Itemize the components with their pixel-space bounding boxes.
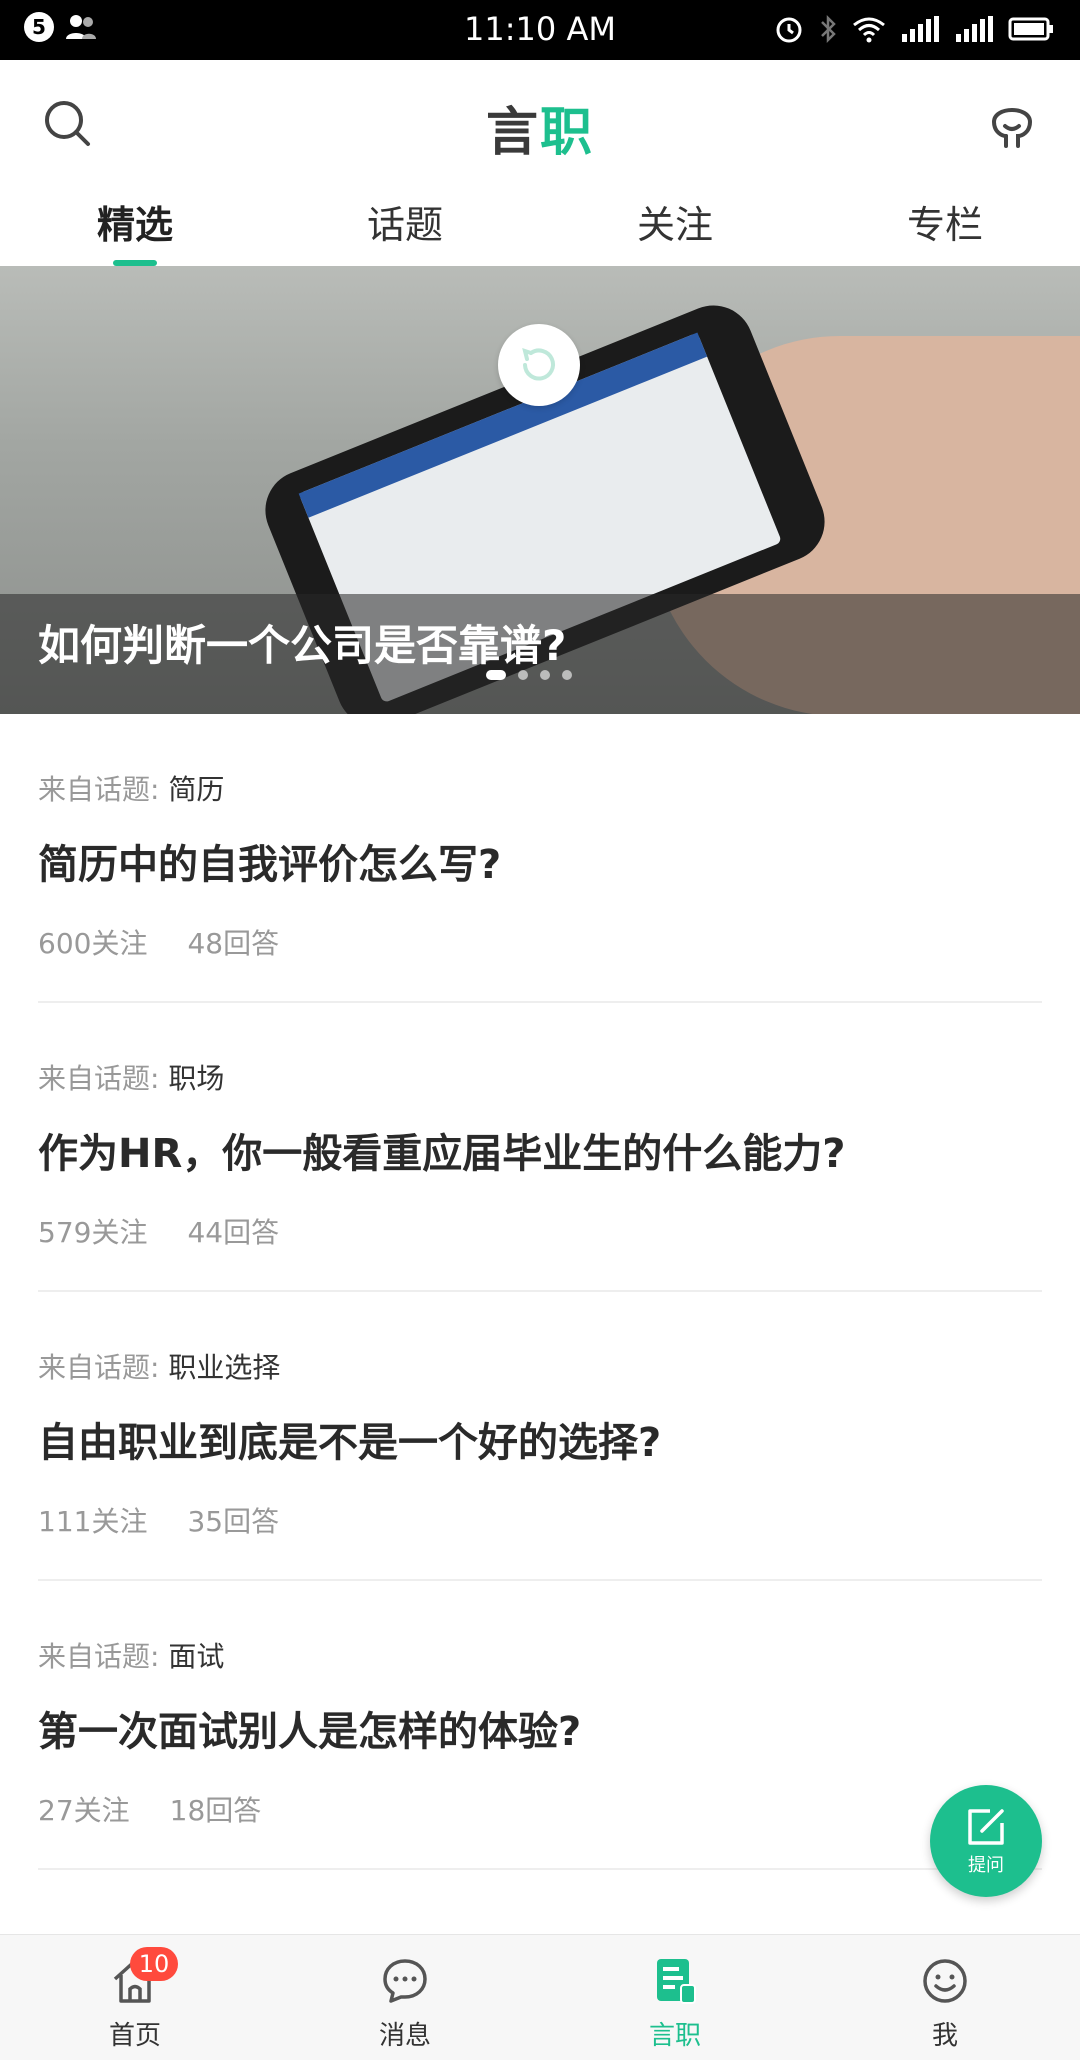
answer-count: 48回答 [187,927,280,960]
brand-part2: 职 [540,103,595,163]
tab-topics[interactable]: 话题 [270,180,540,266]
question-title[interactable]: 作为HR，你一般看重应届毕业生的什么能力? [38,1121,845,1179]
nav-label: 消息 [378,2021,431,2051]
nav-label: 首页 [108,2021,161,2051]
signal-2-icon [956,16,993,42]
answer-count: 35回答 [187,1505,280,1538]
from-prefix: 来自话题: [38,1062,160,1095]
smiley-icon [923,1959,967,2003]
wifi-icon [853,17,885,43]
nav-label: 我 [931,2021,958,2051]
edit-icon [968,1809,1004,1845]
tab-featured[interactable]: 精选 [0,180,270,266]
follow-count: 579关注 [38,1216,148,1249]
refresh-icon [522,347,555,381]
nav-me[interactable]: 我 [810,1935,1080,2060]
page-dot [540,670,550,680]
nav-label: 言职 [648,2021,701,2051]
question-card[interactable]: 来自话题: 面试 第一次面试别人是怎样的体验? 27关注 18回答 [38,1581,1042,1870]
answer-count: 18回答 [169,1794,262,1827]
ask-question-label: 提问 [968,1855,1004,1876]
brand-part1: 言 [485,103,540,163]
answer-count: 44回答 [187,1216,280,1249]
status-bar: 5 11:10 AM [0,0,1080,60]
app-brand: 言职 [0,90,1080,165]
document-icon [657,1959,696,2004]
from-prefix: 来自话题: [38,773,160,806]
topic-source: 来自话题: 职场 [38,1057,224,1097]
follow-count: 27关注 [38,1794,130,1827]
bottom-nav: 10 首页 消息 言职 我 [0,1934,1080,2060]
nav-yanzhi[interactable]: 言职 [540,1935,810,2060]
banner-caption: 如何判断一个公司是否靠谱? [0,594,1080,714]
alarm-icon [776,17,802,43]
app-header: 言职 [0,60,1080,180]
nav-messages[interactable]: 消息 [270,1935,540,2060]
page-dot [518,670,528,680]
question-stats: 27关注 18回答 [38,1789,261,1829]
tab-following[interactable]: 关注 [540,180,810,266]
question-stats: 111关注 35回答 [38,1500,279,1540]
topic-source: 来自话题: 职业选择 [38,1346,280,1386]
follow-count: 600关注 [38,927,148,960]
question-card[interactable]: 来自话题: 职场 作为HR，你一般看重应届毕业生的什么能力? 579关注 44回… [38,1003,1042,1292]
nav-home[interactable]: 10 首页 [0,1935,270,2060]
from-prefix: 来自话题: [38,1351,160,1384]
signal-1-icon [902,16,939,42]
page-dot-active [486,670,506,680]
status-bar-right [774,14,1054,44]
topic-source: 来自话题: 面试 [38,1635,224,1675]
banner-page-indicator [486,670,572,680]
banner-title: 如何判断一个公司是否靠谱? [38,621,567,670]
topic-link[interactable]: 职业选择 [168,1351,280,1384]
topic-link[interactable]: 职场 [168,1062,224,1095]
robot-face-icon [992,108,1033,148]
tab-columns[interactable]: 专栏 [810,180,1080,266]
question-title[interactable]: 简历中的自我评价怎么写? [38,832,501,890]
page-dot [562,670,572,680]
home-badge: 10 [130,1947,178,1981]
question-stats: 600关注 48回答 [38,922,279,962]
chat-bubble-icon [383,1959,427,2003]
question-stats: 579关注 44回答 [38,1211,279,1251]
follow-count: 111关注 [38,1505,148,1538]
profile-button[interactable] [980,92,1044,156]
topic-link[interactable]: 简历 [168,773,224,806]
topic-source: 来自话题: 简历 [38,768,224,808]
question-title[interactable]: 自由职业到底是不是一个好的选择? [38,1410,661,1468]
ask-question-button[interactable]: 提问 [930,1785,1042,1897]
question-card[interactable]: 来自话题: 简历 简历中的自我评价怎么写? 600关注 48回答 [38,714,1042,1003]
question-card[interactable]: 来自话题: 职业选择 自由职业到底是不是一个好的选择? 111关注 35回答 [38,1292,1042,1581]
refresh-indicator [498,324,580,406]
topic-link[interactable]: 面试 [168,1640,224,1673]
battery-icon [1008,17,1053,41]
featured-banner[interactable]: 如何判断一个公司是否靠谱? [0,266,1080,714]
from-prefix: 来自话题: [38,1640,160,1673]
question-feed: 来自话题: 简历 简历中的自我评价怎么写? 600关注 48回答 来自话题: 职… [0,714,1080,1870]
tab-bar: 精选 话题 关注 专栏 [0,180,1080,266]
bluetooth-icon [821,14,836,44]
question-title[interactable]: 第一次面试别人是怎样的体验? [38,1699,581,1757]
